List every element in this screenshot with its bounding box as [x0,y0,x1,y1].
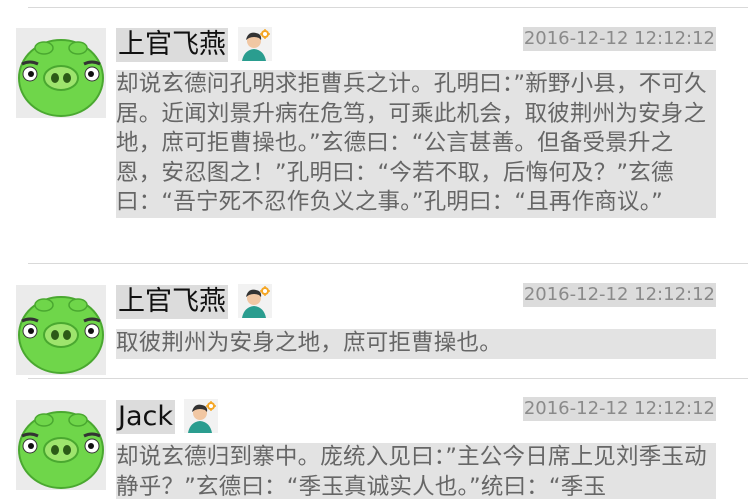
post-content[interactable]: 取彼荆州为安身之地，庶可拒曹操也。 [116,329,716,359]
user-badge-icon[interactable] [238,284,272,318]
user-badge-icon[interactable] [184,399,218,433]
message-feed: 上官飞燕 2016-12-12 12:12:12 却说玄德问孔明求拒曹兵之计。孔… [0,0,748,499]
divider [28,378,748,379]
timestamp: 2016-12-12 12:12:12 [522,283,716,307]
green-pig-avatar-icon[interactable] [16,400,106,490]
user-badge-icon[interactable] [238,27,272,61]
username[interactable]: 上官飞燕 [116,28,228,62]
green-pig-avatar-icon[interactable] [16,285,106,375]
divider [28,263,748,264]
green-pig-avatar-icon[interactable] [16,28,106,118]
username[interactable]: 上官飞燕 [116,285,228,319]
post-content[interactable]: 却说玄德问孔明求拒曹兵之计。孔明曰：”新野小县，不可久居。近闻刘景升病在危笃，可… [116,70,716,218]
username[interactable]: Jack [116,400,175,434]
divider [28,7,748,8]
post-content[interactable]: 却说玄德归到寨中。庞统入见曰：”主公今日席上见刘季玉动静乎？”玄德曰：“季玉真诚… [116,443,716,499]
timestamp: 2016-12-12 12:12:12 [522,397,716,421]
timestamp: 2016-12-12 12:12:12 [522,27,716,51]
